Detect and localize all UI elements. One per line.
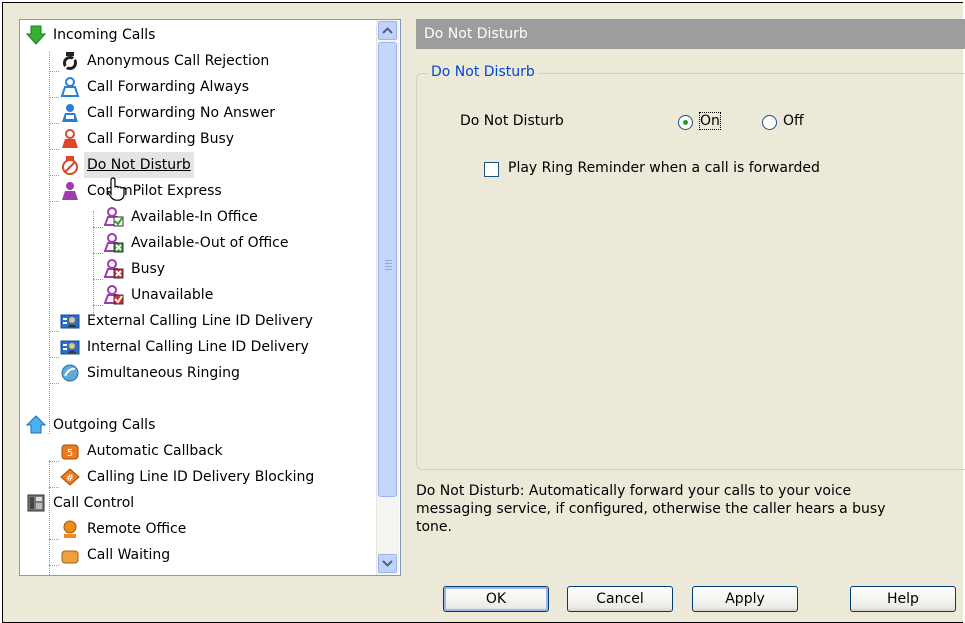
commpilot-express-icon [60, 181, 80, 201]
tree-item-label: Automatic Callback [87, 443, 223, 459]
available-out-office-icon [104, 233, 124, 253]
ring-reminder-checkbox[interactable] [484, 162, 499, 177]
help-button[interactable]: Help [850, 586, 956, 612]
tree-item-label: Remote Office [87, 521, 187, 537]
radio-selected-dot [683, 120, 688, 125]
tree-item-label: Outgoing Calls [53, 417, 156, 433]
tree-item-label: Incoming Calls [53, 27, 156, 43]
off-radio-label[interactable]: Off [783, 113, 804, 129]
tree-item-label: Internal Calling Line ID Delivery [87, 339, 309, 355]
tree-content: Incoming Calls Anonymous Call Rejection … [20, 20, 376, 575]
on-radio[interactable] [678, 115, 693, 130]
tree-item-label: Call Waiting [87, 547, 171, 563]
tree-item-label: Busy [131, 261, 166, 277]
external-clid-icon [60, 311, 80, 331]
internal-clid-icon [60, 337, 80, 357]
svg-text:#: # [66, 473, 74, 484]
unavailable-icon [104, 285, 124, 305]
description-text: Do Not Disturb: Automatically forward yo… [416, 483, 886, 535]
tree-item-label: External Calling Line ID Delivery [87, 313, 313, 329]
tree-item-label: Unavailable [131, 287, 214, 303]
forward-no-answer-icon [60, 103, 80, 123]
tree-item-label: Anonymous Call Rejection [87, 53, 270, 69]
scroll-down-button[interactable] [378, 554, 397, 573]
call-control-icon [26, 493, 46, 513]
forward-busy-icon [60, 129, 80, 149]
available-in-office-icon [104, 207, 124, 227]
svg-text:5: 5 [67, 448, 73, 459]
anonymous-rejection-icon [60, 51, 80, 71]
feature-tree[interactable]: Incoming Calls Anonymous Call Rejection … [19, 19, 401, 576]
ok-button[interactable]: OK [443, 586, 549, 612]
forward-always-icon [60, 77, 80, 97]
dnd-label: Do Not Disturb [460, 113, 564, 129]
panel-header: Do Not Disturb [416, 19, 965, 49]
tree-item-label: Do Not Disturb [84, 152, 194, 178]
off-radio[interactable] [762, 115, 777, 130]
group-title: Do Not Disturb [428, 64, 538, 80]
outgoing-calls-icon [26, 415, 46, 435]
clid-blocking-icon: # [60, 467, 80, 487]
cancel-button[interactable]: Cancel [567, 586, 673, 612]
tree-item-label: Calling Line ID Delivery Blocking [87, 469, 315, 485]
tree-item-label: Call Forwarding No Answer [87, 105, 276, 121]
tree-item-label: Call Forwarding Busy [87, 131, 235, 147]
tree-item-label: Available-Out of Office [131, 235, 289, 251]
tree-scrollbar[interactable] [376, 20, 399, 575]
simultaneous-ringing-icon [60, 363, 80, 383]
on-radio-label[interactable]: On [699, 112, 721, 130]
tree-item-label: Call Control [53, 495, 135, 511]
scroll-up-button[interactable] [378, 21, 397, 40]
remote-office-icon [60, 519, 80, 539]
chevron-up-icon [382, 27, 393, 34]
busy-icon [104, 259, 124, 279]
hand-cursor-icon [106, 176, 130, 202]
incoming-calls-icon [26, 25, 46, 45]
do-not-disturb-icon [60, 155, 80, 175]
chevron-down-icon [382, 560, 393, 567]
tree-item-label: Call Forwarding Always [87, 79, 250, 95]
scroll-thumb[interactable] [378, 42, 397, 497]
ring-reminder-label[interactable]: Play Ring Reminder when a call is forwar… [508, 160, 820, 176]
apply-button[interactable]: Apply [692, 586, 798, 612]
tree-item-label: Available-In Office [131, 209, 258, 225]
settings-group [416, 73, 965, 470]
automatic-callback-icon: 5 [60, 441, 80, 461]
tree-item-label: Simultaneous Ringing [87, 365, 240, 381]
call-waiting-icon [60, 545, 80, 565]
